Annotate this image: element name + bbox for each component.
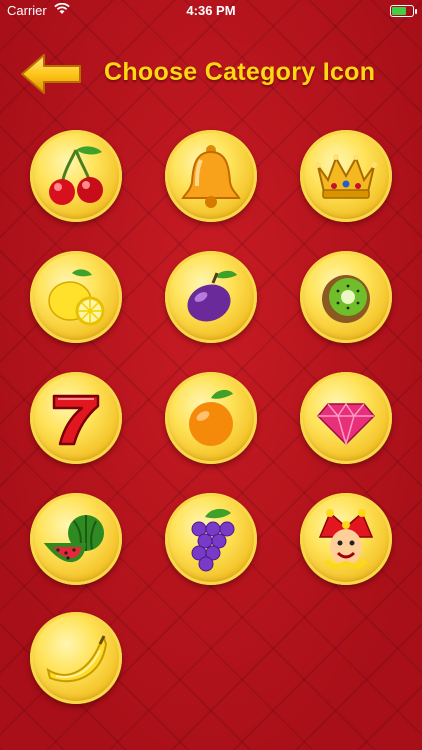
seven-icon (52, 394, 100, 446)
banana-icon (46, 635, 108, 683)
bell-icon (181, 145, 241, 208)
orange-icon (189, 389, 233, 446)
cherries-icon-button[interactable] (30, 130, 122, 222)
orange-icon-button[interactable] (165, 372, 257, 464)
banana-icon-button[interactable] (30, 612, 122, 704)
watermelon-icon (43, 515, 104, 562)
plum-icon (187, 270, 237, 322)
diamond-icon-button[interactable] (300, 372, 392, 464)
crown-icon (315, 154, 377, 199)
cherries-icon (49, 146, 103, 205)
lemon-icon-button[interactable] (30, 251, 122, 343)
kiwi-icon-button[interactable] (300, 251, 392, 343)
crown-icon-button[interactable] (300, 130, 392, 222)
seven-icon-button[interactable] (30, 372, 122, 464)
kiwi-icon (322, 275, 370, 323)
jester-icon (318, 509, 374, 570)
watermelon-icon-button[interactable] (30, 493, 122, 585)
diamond-icon (316, 402, 376, 447)
bell-icon-button[interactable] (165, 130, 257, 222)
grapes-icon (191, 508, 235, 572)
lemon-icon (48, 269, 105, 326)
plum-icon-button[interactable] (165, 251, 257, 343)
grapes-icon-button[interactable] (165, 493, 257, 585)
icon-grid (0, 0, 422, 750)
jester-icon-button[interactable] (300, 493, 392, 585)
